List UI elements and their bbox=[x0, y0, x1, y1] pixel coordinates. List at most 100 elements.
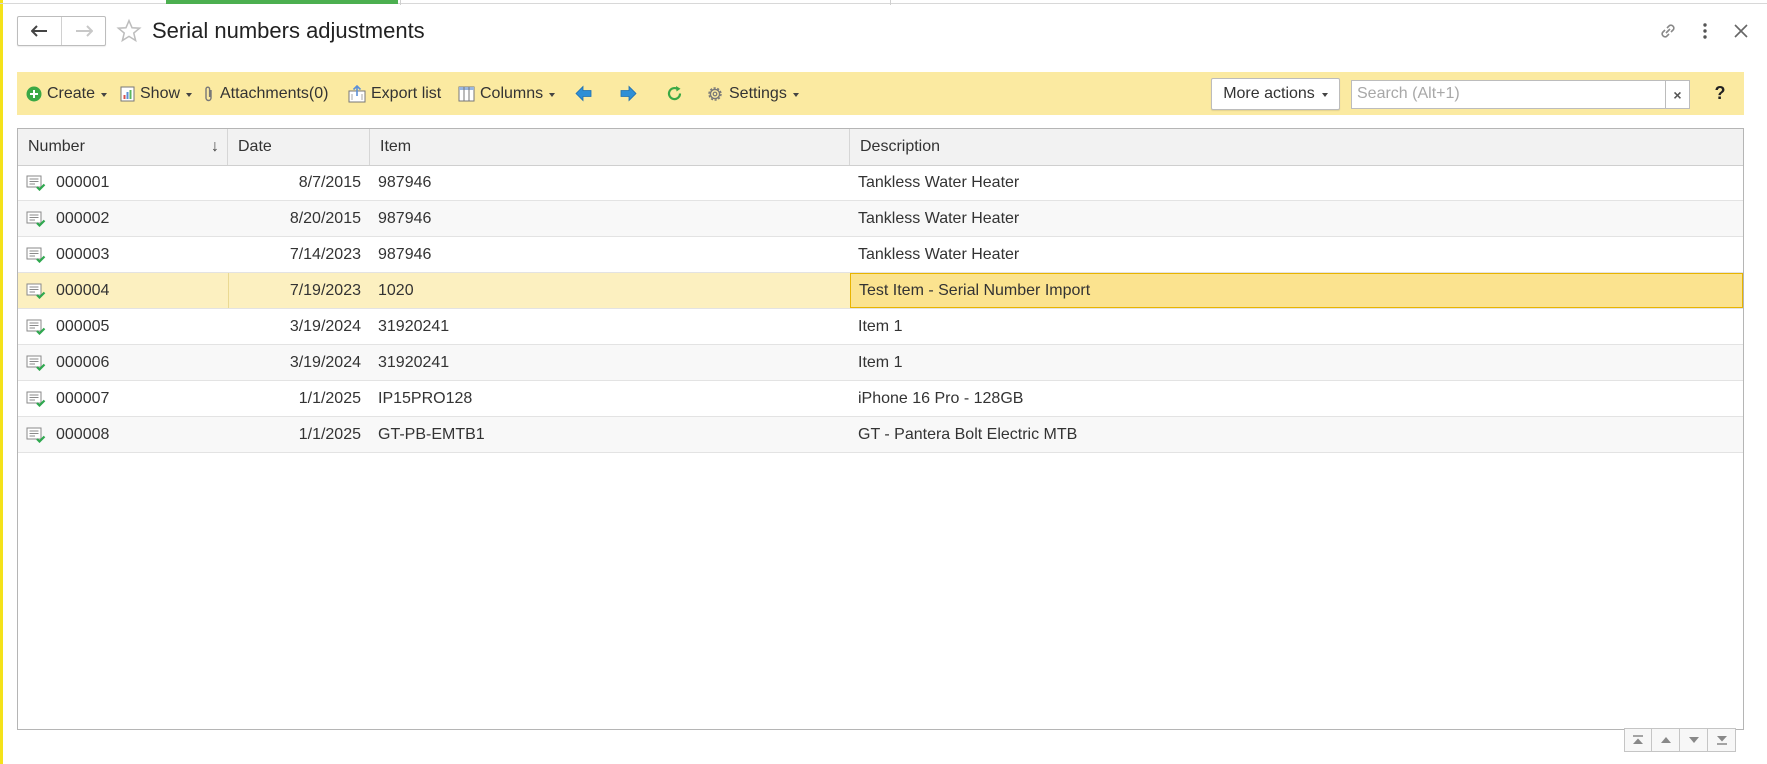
attachments-label: Attachments(0) bbox=[220, 84, 329, 102]
cell-description[interactable]: Item 1 bbox=[850, 309, 1743, 344]
cell-item[interactable]: 987946 bbox=[370, 237, 850, 272]
cell-number[interactable]: 000005 bbox=[18, 309, 228, 344]
link-icon bbox=[1661, 24, 1675, 38]
cell-number[interactable]: 000008 bbox=[18, 417, 228, 452]
cell-description[interactable]: Item 1 bbox=[850, 345, 1743, 380]
copy-link-button[interactable] bbox=[1657, 20, 1679, 42]
forward-button[interactable] bbox=[61, 17, 105, 45]
attachments-button[interactable]: Attachments(0) bbox=[203, 72, 328, 115]
date-value: 1/1/2025 bbox=[298, 425, 361, 443]
cell-date[interactable]: 3/19/2024 bbox=[228, 345, 370, 380]
cell-date[interactable]: 8/7/2015 bbox=[228, 165, 370, 200]
column-header-date[interactable]: Date bbox=[228, 129, 370, 165]
close-button[interactable] bbox=[1730, 20, 1752, 42]
cell-number[interactable]: 000001 bbox=[18, 165, 228, 200]
more-options-button[interactable] bbox=[1694, 20, 1716, 42]
number-value: 000004 bbox=[56, 281, 110, 299]
export-icon bbox=[348, 84, 366, 102]
scroll-down-button[interactable] bbox=[1680, 728, 1708, 752]
cell-item[interactable]: 31920241 bbox=[370, 309, 850, 344]
document-posted-icon bbox=[26, 211, 46, 227]
column-header-number[interactable]: Number ↓ bbox=[18, 129, 228, 165]
chevron-down-icon bbox=[549, 92, 556, 97]
previous-button[interactable] bbox=[575, 72, 592, 115]
cell-description[interactable]: Tankless Water Heater bbox=[850, 165, 1743, 200]
cell-description[interactable]: Tankless Water Heater bbox=[850, 237, 1743, 272]
item-value: 987946 bbox=[378, 245, 432, 263]
description-value: Tankless Water Heater bbox=[858, 209, 1020, 227]
scroll-up-button[interactable] bbox=[1652, 728, 1680, 752]
chevron-down-icon bbox=[792, 92, 799, 97]
cell-date[interactable]: 7/14/2023 bbox=[228, 237, 370, 272]
scroll-bottom-button[interactable] bbox=[1708, 728, 1736, 752]
table-row[interactable]: 000007 1/1/2025 IP15PRO128 iPhone 16 Pro - … bbox=[18, 381, 1743, 417]
cell-description[interactable]: Tankless Water Heater bbox=[850, 201, 1743, 236]
cell-item[interactable]: GT-PB-EMTB1 bbox=[370, 417, 850, 452]
date-value: 7/19/2023 bbox=[289, 281, 361, 299]
cell-item[interactable]: 987946 bbox=[370, 165, 850, 200]
columns-button[interactable]: Columns bbox=[458, 72, 556, 115]
cell-description[interactable]: GT - Pantera Bolt Electric MTB bbox=[850, 417, 1743, 452]
scroll-down-icon bbox=[1688, 737, 1699, 743]
table-row[interactable]: 000008 1/1/2025 GT-PB-EMTB1 GT - Pantera Bo… bbox=[18, 417, 1743, 453]
cell-date[interactable]: 1/1/2025 bbox=[228, 417, 370, 452]
show-button[interactable]: Show bbox=[120, 72, 193, 115]
date-value: 7/14/2023 bbox=[289, 245, 361, 263]
table-header: Number ↓ Date Item Description bbox=[18, 129, 1743, 166]
search-field[interactable] bbox=[1351, 80, 1666, 109]
refresh-icon bbox=[667, 86, 682, 101]
cell-description[interactable]: Test Item - Serial Number Import bbox=[850, 273, 1743, 308]
description-value: Item 1 bbox=[858, 353, 903, 371]
cell-item[interactable]: IP15PRO128 bbox=[370, 381, 850, 416]
cell-number[interactable]: 000006 bbox=[18, 345, 228, 380]
column-header-description[interactable]: Description bbox=[850, 129, 1743, 165]
cell-date[interactable]: 7/19/2023 bbox=[228, 273, 370, 308]
table-row[interactable]: 000002 8/20/2015 987946 Tankless Water Heat… bbox=[18, 201, 1743, 237]
date-value: 8/7/2015 bbox=[298, 173, 361, 191]
cell-number[interactable]: 000003 bbox=[18, 237, 228, 272]
left-accent-bar bbox=[0, 0, 3, 764]
report-icon bbox=[120, 86, 135, 101]
column-header-item[interactable]: Item bbox=[370, 129, 850, 165]
date-value: 8/20/2015 bbox=[289, 209, 361, 227]
scroll-up-icon bbox=[1660, 737, 1671, 743]
search-input[interactable] bbox=[1352, 81, 1657, 106]
cell-date[interactable]: 3/19/2024 bbox=[228, 309, 370, 344]
back-arrow-icon bbox=[30, 25, 47, 37]
scroll-top-button[interactable] bbox=[1624, 728, 1652, 752]
gear-icon bbox=[708, 86, 722, 101]
sort-descending-icon: ↓ bbox=[211, 138, 219, 155]
export-list-button[interactable]: Export list bbox=[348, 72, 441, 115]
cell-item[interactable]: 31920241 bbox=[370, 345, 850, 380]
cell-item[interactable]: 987946 bbox=[370, 201, 850, 236]
table-row[interactable]: 000006 3/19/2024 31920241 Item 1 bbox=[18, 345, 1743, 381]
cell-date[interactable]: 1/1/2025 bbox=[228, 381, 370, 416]
search-clear-button[interactable]: × bbox=[1665, 80, 1690, 109]
number-value: 000002 bbox=[56, 209, 110, 227]
scroll-controls bbox=[1624, 728, 1736, 752]
create-button[interactable]: Create bbox=[26, 72, 108, 115]
description-value: Item 1 bbox=[858, 317, 903, 335]
active-tab-indicator[interactable] bbox=[166, 0, 398, 4]
cell-item[interactable]: 1020 bbox=[370, 273, 850, 308]
columns-label: Columns bbox=[480, 84, 544, 102]
settings-button[interactable]: Settings bbox=[706, 72, 799, 115]
cell-date[interactable]: 8/20/2015 bbox=[228, 201, 370, 236]
cell-number[interactable]: 000004 bbox=[18, 273, 228, 308]
refresh-button[interactable] bbox=[666, 72, 683, 115]
tab-strip bbox=[0, 0, 1767, 5]
favorite-star-button[interactable] bbox=[116, 18, 142, 44]
description-value: Tankless Water Heater bbox=[858, 173, 1020, 191]
table-row[interactable]: 000001 8/7/2015 987946 Tankless Water Heate… bbox=[18, 165, 1743, 201]
more-actions-button[interactable]: More actions bbox=[1211, 78, 1340, 110]
cell-number[interactable]: 000007 bbox=[18, 381, 228, 416]
table-row[interactable]: 000003 7/14/2023 987946 Tankless Water Heat… bbox=[18, 237, 1743, 273]
description-value: iPhone 16 Pro - 128GB bbox=[858, 389, 1024, 407]
help-button[interactable]: ? bbox=[1710, 80, 1730, 107]
table-row[interactable]: 000005 3/19/2024 31920241 Item 1 bbox=[18, 309, 1743, 345]
table-row[interactable]: 000004 7/19/2023 1020 Test Item - Serial Nu… bbox=[18, 273, 1743, 309]
next-button[interactable] bbox=[620, 72, 637, 115]
cell-description[interactable]: iPhone 16 Pro - 128GB bbox=[850, 381, 1743, 416]
cell-number[interactable]: 000002 bbox=[18, 201, 228, 236]
back-button[interactable] bbox=[18, 17, 61, 45]
